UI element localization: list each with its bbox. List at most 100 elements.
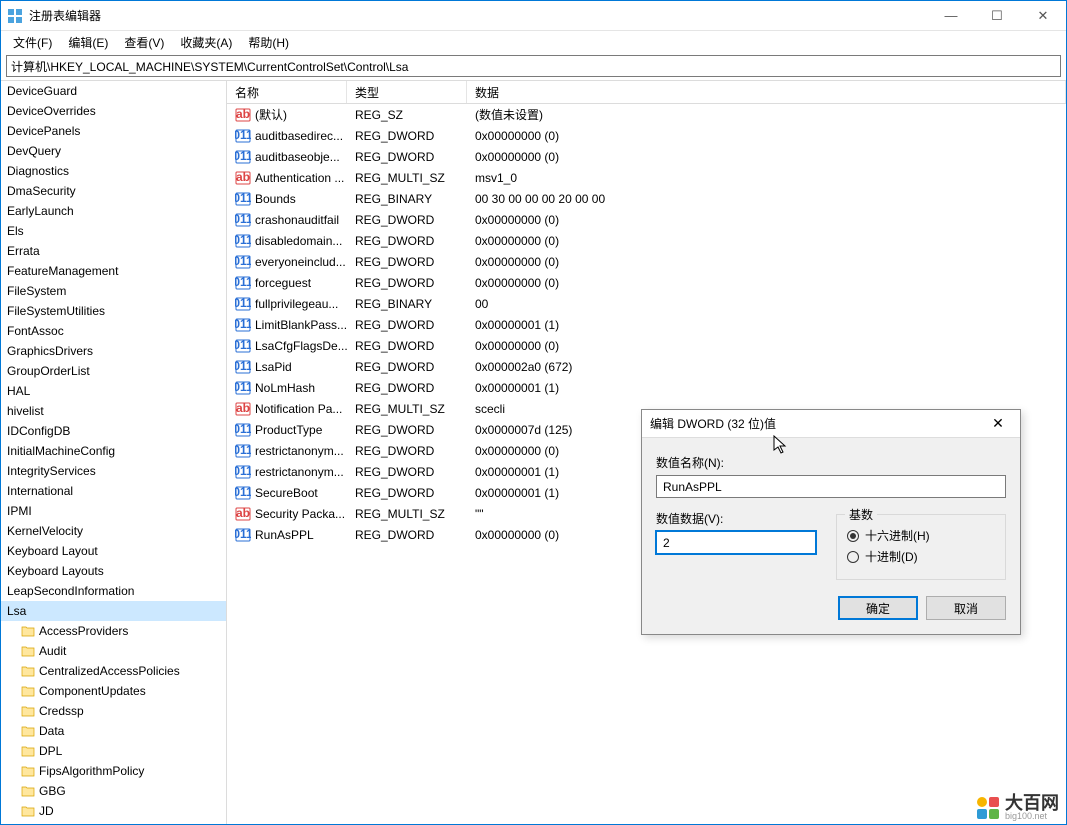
tree-item[interactable]: DevQuery	[1, 141, 226, 161]
tree-item[interactable]: IPMI	[1, 501, 226, 521]
list-row[interactable]: 011NoLmHashREG_DWORD0x00000001 (1)	[227, 377, 1066, 398]
value-name: LsaCfgFlagsDe...	[255, 339, 347, 353]
col-header-data[interactable]: 数据	[467, 81, 1066, 103]
tree-item-label: LeapSecondInformation	[7, 584, 134, 598]
binary-value-icon: 011	[235, 360, 251, 374]
folder-icon	[21, 785, 35, 797]
tree-item[interactable]: EarlyLaunch	[1, 201, 226, 221]
svg-text:011: 011	[235, 234, 251, 247]
tree-item[interactable]: Lsa	[1, 601, 226, 621]
tree-item-label: Lsa	[7, 604, 26, 618]
tree-item[interactable]: DPL	[1, 741, 226, 761]
tree-item[interactable]: Data	[1, 721, 226, 741]
tree-item[interactable]: DevicePanels	[1, 121, 226, 141]
tree-item[interactable]: DmaSecurity	[1, 181, 226, 201]
tree-item-label: IDConfigDB	[7, 424, 70, 438]
tree-item[interactable]: Credssp	[1, 701, 226, 721]
menu-item-1[interactable]: 编辑(E)	[60, 32, 116, 53]
tree-item-label: Els	[7, 224, 24, 238]
binary-value-icon: 011	[235, 465, 251, 479]
tree-item[interactable]: KernelVelocity	[1, 521, 226, 541]
radio-dec[interactable]: 十进制(D)	[847, 548, 995, 565]
value-name: restrictanonym...	[255, 444, 344, 458]
ok-button[interactable]: 确定	[838, 596, 918, 620]
svg-text:011: 011	[235, 318, 251, 331]
tree-item[interactable]: FileSystem	[1, 281, 226, 301]
value-name-field[interactable]	[656, 475, 1006, 498]
svg-text:011: 011	[235, 276, 251, 289]
tree-item[interactable]: FileSystemUtilities	[1, 301, 226, 321]
cancel-button[interactable]: 取消	[926, 596, 1006, 620]
list-row[interactable]: 011BoundsREG_BINARY00 30 00 00 00 20 00 …	[227, 188, 1066, 209]
value-type: REG_DWORD	[347, 254, 467, 270]
list-row[interactable]: 011crashonauditfailREG_DWORD0x00000000 (…	[227, 209, 1066, 230]
menu-item-4[interactable]: 帮助(H)	[240, 32, 297, 53]
value-type: REG_MULTI_SZ	[347, 401, 467, 417]
list-row[interactable]: 011LimitBlankPass...REG_DWORD0x00000001 …	[227, 314, 1066, 335]
tree-item-label: Keyboard Layout	[7, 544, 98, 558]
close-button[interactable]: ✕	[1020, 1, 1066, 30]
tree-item[interactable]: IDConfigDB	[1, 421, 226, 441]
tree-item[interactable]: GBG	[1, 781, 226, 801]
tree-item[interactable]: Els	[1, 221, 226, 241]
tree-item[interactable]: Keyboard Layouts	[1, 561, 226, 581]
tree-item-label: Audit	[39, 644, 66, 658]
tree-item-label: Data	[39, 724, 64, 738]
tree-item[interactable]: AccessProviders	[1, 621, 226, 641]
tree-panel[interactable]: DeviceGuardDeviceOverrides DevicePanels De…	[1, 81, 227, 824]
folder-icon	[21, 805, 35, 817]
tree-item[interactable]: ComponentUpdates	[1, 681, 226, 701]
list-row[interactable]: abAuthentication ...REG_MULTI_SZmsv1_0	[227, 167, 1066, 188]
dialog-titlebar: 编辑 DWORD (32 位)值 ✕	[642, 410, 1020, 438]
tree-item[interactable]: Keyboard Layout	[1, 541, 226, 561]
tree-item[interactable]: hivelist	[1, 401, 226, 421]
tree-item[interactable]: Errata	[1, 241, 226, 261]
address-bar[interactable]: 计算机\HKEY_LOCAL_MACHINE\SYSTEM\CurrentCon…	[6, 55, 1061, 77]
menu-item-2[interactable]: 查看(V)	[116, 32, 172, 53]
list-row[interactable]: 011LsaPidREG_DWORD0x000002a0 (672)	[227, 356, 1066, 377]
dialog-close-button[interactable]: ✕	[984, 415, 1012, 432]
tree-item[interactable]: DeviceOverrides	[1, 101, 226, 121]
menubar: 文件(F)编辑(E)查看(V)收藏夹(A)帮助(H)	[1, 31, 1066, 53]
svg-text:011: 011	[235, 192, 251, 205]
list-row[interactable]: 011LsaCfgFlagsDe...REG_DWORD0x00000000 (…	[227, 335, 1066, 356]
tree-item[interactable]: FipsAlgorithmPolicy	[1, 761, 226, 781]
tree-item[interactable]: InitialMachineConfig	[1, 441, 226, 461]
tree-item[interactable]: LeapSecondInformation	[1, 581, 226, 601]
list-row[interactable]: 011everyoneinclud...REG_DWORD0x00000000 …	[227, 251, 1066, 272]
tree-item-label: DevicePanels	[7, 124, 80, 138]
value-name: SecureBoot	[255, 486, 318, 500]
tree-item[interactable]: GroupOrderList	[1, 361, 226, 381]
value-type: REG_DWORD	[347, 128, 467, 144]
value-type: REG_BINARY	[347, 191, 467, 207]
maximize-button[interactable]: ☐	[974, 1, 1020, 30]
tree-item[interactable]: FeatureManagement	[1, 261, 226, 281]
menu-item-0[interactable]: 文件(F)	[5, 32, 60, 53]
list-row[interactable]: 011fullprivilegeau...REG_BINARY00	[227, 293, 1066, 314]
tree-item[interactable]: DeviceGuard	[1, 81, 226, 101]
minimize-button[interactable]: —	[928, 1, 974, 30]
svg-text:011: 011	[235, 465, 251, 478]
tree-item[interactable]: JD	[1, 801, 226, 821]
tree-item[interactable]: International	[1, 481, 226, 501]
col-header-type[interactable]: 类型	[347, 81, 467, 103]
list-row[interactable]: ab(默认)REG_SZ(数值未设置)	[227, 104, 1066, 125]
menu-item-3[interactable]: 收藏夹(A)	[172, 32, 240, 53]
list-row[interactable]: 011forceguestREG_DWORD0x00000000 (0)	[227, 272, 1066, 293]
tree-item[interactable]: Diagnostics	[1, 161, 226, 181]
tree-item[interactable]: FontAssoc	[1, 321, 226, 341]
radio-hex[interactable]: 十六进制(H)	[847, 527, 995, 544]
value-data-field[interactable]	[656, 531, 816, 554]
tree-item[interactable]: GraphicsDrivers	[1, 341, 226, 361]
value-type: REG_DWORD	[347, 275, 467, 291]
svg-text:ab: ab	[236, 108, 250, 121]
tree-item[interactable]: HAL	[1, 381, 226, 401]
list-row[interactable]: 011auditbaseobje...REG_DWORD0x00000000 (…	[227, 146, 1066, 167]
tree-item[interactable]: Audit	[1, 641, 226, 661]
list-row[interactable]: 011disabledomain...REG_DWORD0x00000000 (…	[227, 230, 1066, 251]
svg-text:011: 011	[235, 360, 251, 373]
tree-item[interactable]: CentralizedAccessPolicies	[1, 661, 226, 681]
list-row[interactable]: 011auditbasedirec...REG_DWORD0x00000000 …	[227, 125, 1066, 146]
col-header-name[interactable]: 名称	[227, 81, 347, 103]
tree-item[interactable]: IntegrityServices	[1, 461, 226, 481]
